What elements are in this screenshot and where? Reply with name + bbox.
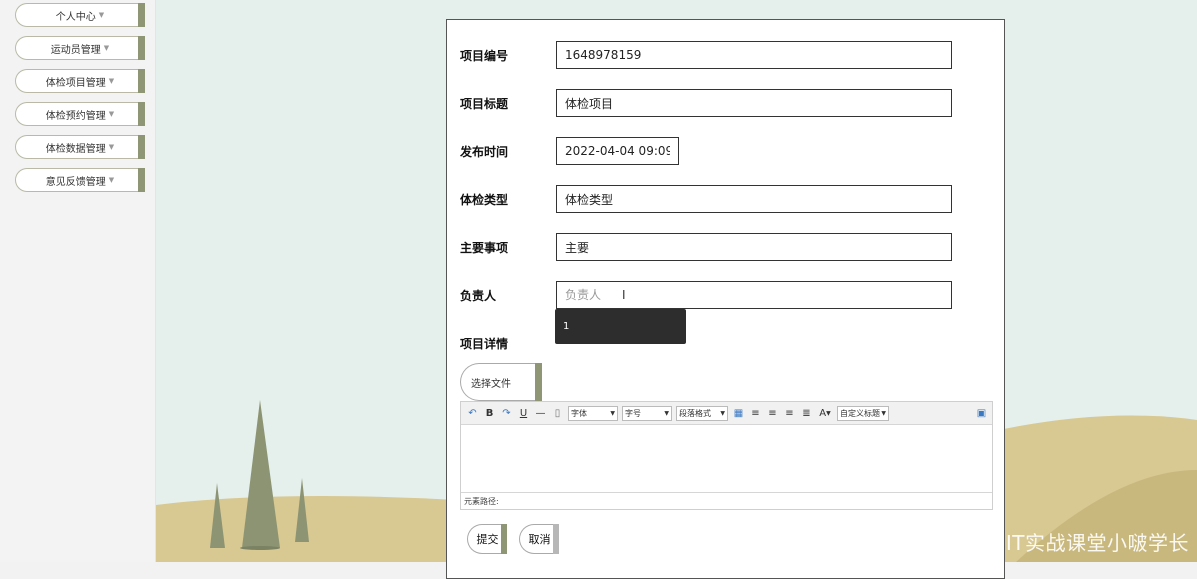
cancel-button[interactable]: 取消 (519, 524, 559, 554)
sidebar-item-label: 意见反馈管理 (45, 176, 106, 188)
project-id-label: 项目编号 (460, 49, 509, 63)
autocomplete-suggestion[interactable]: 1 (555, 309, 686, 344)
font-family-value: 字体 (571, 408, 587, 418)
rich-text-editor: ↶ B ↷ U — ▯ 字体 ▼ 字号 ▼ 段落格式 ▼ ▦ ≡ ≡ ≡ ≣ A ▼ 自… (460, 401, 993, 510)
chevron-down-icon: ▼ (108, 143, 115, 151)
choose-file-button[interactable]: 选择文件 (460, 363, 542, 401)
font-size-select[interactable]: 字号 ▼ (622, 405, 672, 421)
responsible-person-label: 负责人 (460, 289, 497, 303)
sidebar-item-label: 运动员管理 (50, 44, 101, 56)
sidebar-item-label: 体检预约管理 (45, 110, 106, 122)
dropdown-arrow-icon: ▼ (610, 409, 615, 417)
main-items-label: 主要事项 (460, 241, 509, 255)
dropdown-arrow-icon: ▼ (826, 409, 831, 417)
font-color-icon[interactable]: A ▼ (817, 407, 833, 420)
chevron-down-icon: ▼ (108, 77, 115, 85)
custom-title-value: 自定义标题 (840, 408, 880, 418)
publish-time-label: 发布时间 (460, 145, 509, 159)
cancel-label: 取消 (528, 533, 551, 546)
exam-type-label: 体检类型 (460, 193, 509, 207)
dropdown-arrow-icon: ▼ (720, 409, 725, 417)
align-left-icon[interactable]: ≡ (749, 407, 762, 420)
project-id-input[interactable] (556, 41, 952, 69)
tree-icon (242, 400, 280, 548)
font-family-select[interactable]: 字体 ▼ (568, 405, 618, 421)
submit-button[interactable]: 提交 (467, 524, 507, 554)
redo-icon[interactable]: ↷ (500, 407, 513, 420)
fullscreen-icon[interactable]: ▣ (975, 407, 988, 420)
table-icon[interactable]: ▦ (732, 407, 745, 420)
chevron-down-icon: ▼ (108, 176, 115, 184)
editor-content-area[interactable] (461, 425, 992, 492)
project-details-label: 项目详情 (460, 337, 509, 351)
chevron-down-icon: ▼ (108, 110, 115, 118)
bold-icon[interactable]: B (483, 407, 496, 420)
paragraph-format-select[interactable]: 段落格式 ▼ (676, 405, 728, 421)
sidebar-item-exam-data-management[interactable]: 体检数据管理 ▼ (15, 135, 145, 159)
sidebar-item-label: 体检数据管理 (45, 143, 106, 155)
horizontal-rule-icon[interactable]: — (534, 407, 547, 420)
chevron-down-icon: ▼ (103, 44, 110, 52)
dropdown-arrow-icon: ▼ (881, 409, 886, 417)
sidebar: 个人中心 ▼ 运动员管理 ▼ 体检项目管理 ▼ 体检预约管理 ▼ 体检数据管理 ▼ 意见反… (0, 0, 156, 562)
project-title-label: 项目标题 (460, 97, 509, 111)
sidebar-item-label: 个人中心 (55, 11, 96, 23)
sidebar-item-athlete-management[interactable]: 运动员管理 ▼ (15, 36, 145, 60)
responsible-person-input[interactable] (556, 281, 952, 309)
exam-type-input[interactable] (556, 185, 952, 213)
element-path-label: 元素路径: (464, 496, 499, 506)
sidebar-item-feedback-management[interactable]: 意见反馈管理 ▼ (15, 168, 145, 192)
font-size-value: 字号 (625, 408, 641, 418)
project-title-input[interactable] (556, 89, 952, 117)
publish-time-input[interactable] (556, 137, 679, 165)
sidebar-item-exam-project-management[interactable]: 体检项目管理 ▼ (15, 69, 145, 93)
dropdown-arrow-icon: ▼ (664, 409, 669, 417)
choose-file-label: 选择文件 (471, 378, 511, 390)
submit-label: 提交 (476, 533, 499, 546)
undo-icon[interactable]: ↶ (466, 407, 479, 420)
editor-toolbar: ↶ B ↷ U — ▯ 字体 ▼ 字号 ▼ 段落格式 ▼ ▦ ≡ ≡ ≡ ≣ A ▼ 自… (461, 402, 992, 425)
align-center-icon[interactable]: ≡ (783, 407, 796, 420)
autocomplete-option[interactable]: 1 (563, 321, 569, 332)
sidebar-item-exam-booking-management[interactable]: 体检预约管理 ▼ (15, 102, 145, 126)
text-cursor-icon: I (622, 288, 626, 302)
paragraph-format-value: 段落格式 (679, 408, 711, 418)
main-items-input[interactable] (556, 233, 952, 261)
font-color-glyph: A (819, 407, 827, 419)
edit-form-panel: 项目编号 项目标题 发布时间 体检类型 主要事项 负责人 I 1 项目详情 选择… (446, 19, 1005, 579)
chevron-down-icon: ▼ (98, 11, 105, 19)
custom-title-select[interactable]: 自定义标题 ▼ (837, 405, 889, 421)
paste-plain-icon[interactable]: ▯ (551, 407, 564, 420)
sidebar-item-personal-center[interactable]: 个人中心 ▼ (15, 3, 145, 27)
align-justify-icon[interactable]: ≣ (800, 407, 813, 420)
sidebar-item-label: 体检项目管理 (45, 77, 106, 89)
underline-icon[interactable]: U (517, 407, 530, 420)
element-path-bar: 元素路径: (461, 492, 992, 509)
watermark: CSDN @IT实战课堂小啵学长 (919, 531, 1189, 555)
align-right-icon[interactable]: ≡ (766, 407, 779, 420)
